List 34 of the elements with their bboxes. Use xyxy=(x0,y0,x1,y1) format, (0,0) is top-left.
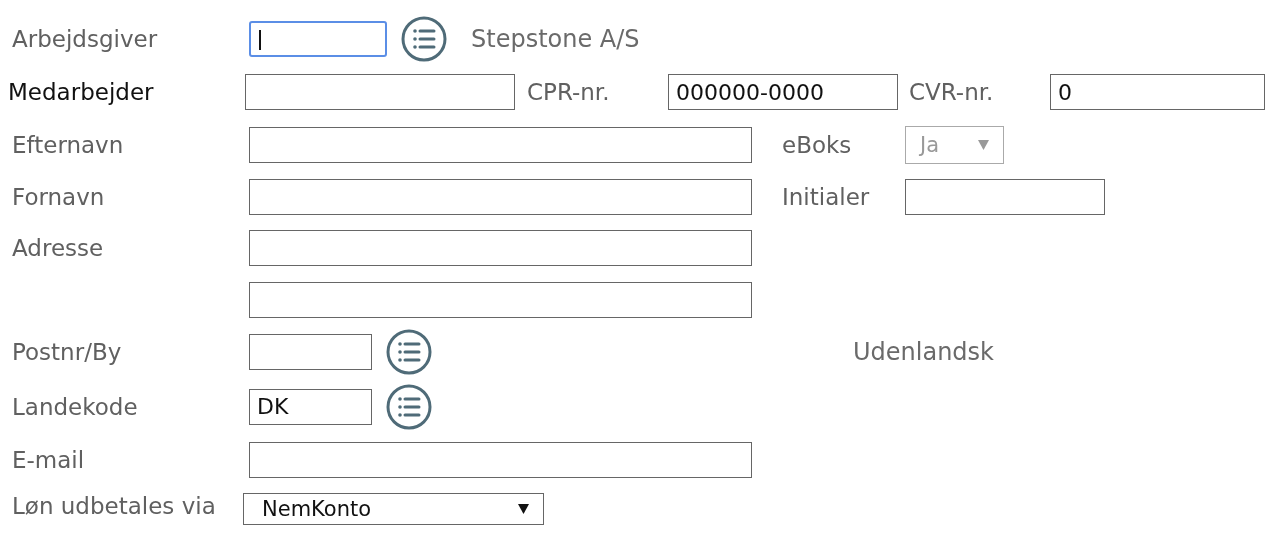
text-cursor xyxy=(259,29,261,50)
select-field[interactable]: NemKonto xyxy=(243,493,544,526)
text-field[interactable]: 000000-0000 xyxy=(668,74,898,111)
text-field[interactable] xyxy=(249,178,752,215)
field-label: Landekode xyxy=(12,393,139,420)
caret-icon xyxy=(518,504,529,515)
field-label: eBoks xyxy=(782,132,853,159)
text-field[interactable] xyxy=(245,74,515,111)
field-label: Fornavn xyxy=(12,183,106,210)
caret-icon xyxy=(978,140,989,151)
text-field[interactable] xyxy=(249,127,752,164)
field-label: Løn udbetales via xyxy=(12,493,217,520)
list-icon[interactable] xyxy=(401,15,447,62)
text-field[interactable] xyxy=(249,334,372,371)
text-field[interactable]: 0 xyxy=(1050,74,1265,111)
field-label: CPR-nr. xyxy=(527,79,611,106)
field-label: Arbejdsgiver xyxy=(12,25,159,52)
text-field[interactable]: DK xyxy=(249,388,372,425)
field-label: Medarbejder xyxy=(8,79,155,106)
text-field[interactable] xyxy=(249,441,752,478)
text-field[interactable] xyxy=(905,178,1105,215)
option-label: Udenlandsk xyxy=(853,338,994,367)
list-icon[interactable] xyxy=(386,329,432,376)
text-field[interactable] xyxy=(249,281,752,318)
field-label: Efternavn xyxy=(12,132,125,159)
text-field[interactable] xyxy=(249,230,752,267)
field-label: CVR-nr. xyxy=(909,79,995,106)
text-field[interactable] xyxy=(249,20,387,57)
list-icon[interactable] xyxy=(386,383,432,430)
field-label: Adresse xyxy=(12,235,105,262)
employer-name: Stepstone A/S xyxy=(471,24,640,53)
field-label: E-mail xyxy=(12,446,86,473)
field-label: Postnr/By xyxy=(12,339,123,366)
field-label: Initialer xyxy=(782,183,871,210)
